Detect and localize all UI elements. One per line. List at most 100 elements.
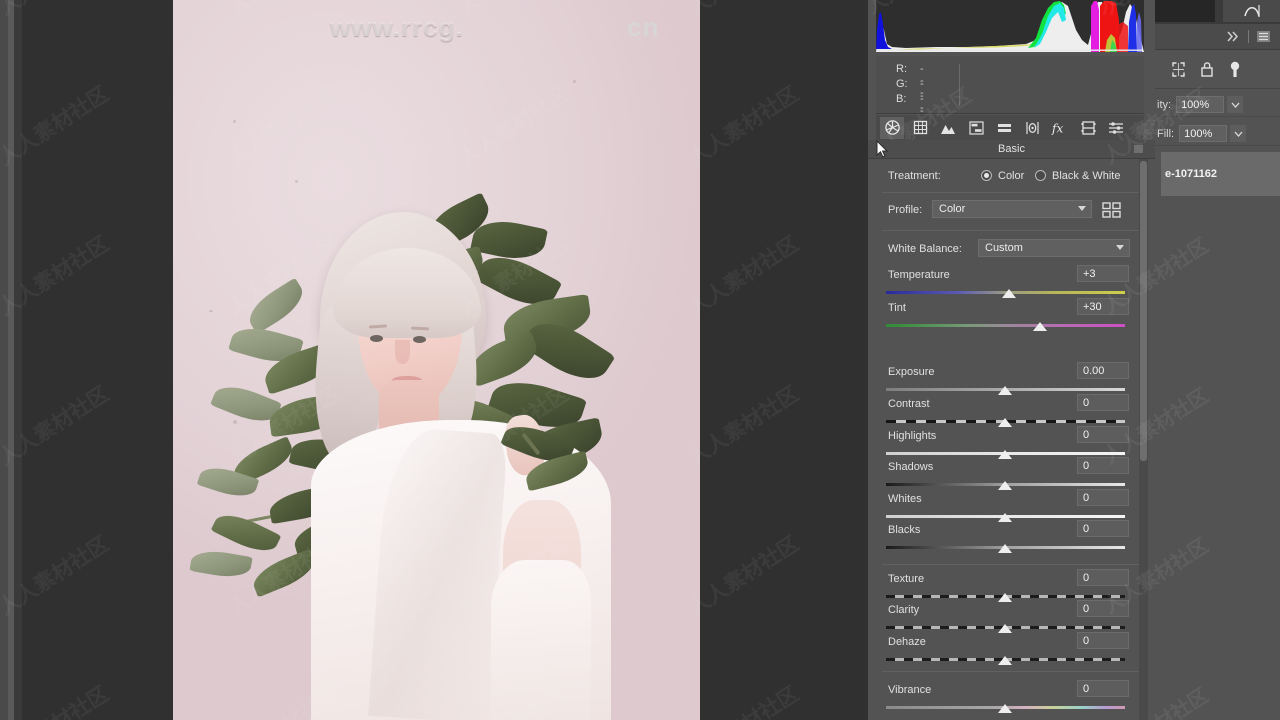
rgb-r-label: R: bbox=[896, 63, 907, 75]
slider-knob-whites[interactable] bbox=[998, 513, 1013, 522]
slider-label-temperature: Temperature bbox=[888, 269, 950, 281]
opacity-row: ity: 100% bbox=[1155, 93, 1280, 117]
treatment-bw-radio[interactable] bbox=[1035, 170, 1046, 181]
layer-row[interactable]: e-1071162 bbox=[1161, 152, 1280, 196]
tool-slot-curve[interactable] bbox=[1223, 0, 1280, 22]
watermark-url: www.rrcg. bbox=[330, 12, 464, 42]
snapshots-icon[interactable] bbox=[1076, 117, 1100, 139]
slider-label-dehaze: Dehaze bbox=[888, 636, 926, 648]
slider-knob-blacks[interactable] bbox=[998, 544, 1013, 553]
wall-speck bbox=[573, 80, 576, 83]
subject-eye bbox=[370, 335, 383, 342]
crop-icon[interactable] bbox=[908, 117, 932, 139]
profile-browser-icon[interactable] bbox=[1102, 201, 1122, 219]
canvas-left-edge-1 bbox=[0, 0, 8, 720]
fill-value[interactable]: 100% bbox=[1179, 125, 1228, 142]
slider-value-vibrance[interactable]: 0 bbox=[1077, 680, 1129, 697]
slider-knob-vibrance[interactable] bbox=[998, 704, 1013, 713]
spot-removal-icon[interactable] bbox=[936, 117, 960, 139]
presets-icon[interactable]: fx bbox=[1048, 117, 1072, 139]
edit-icon[interactable] bbox=[880, 116, 904, 139]
curve-tool-icon bbox=[1243, 5, 1260, 17]
slider-knob-clarity[interactable] bbox=[998, 624, 1013, 633]
slider-knob-shadows[interactable] bbox=[998, 481, 1013, 490]
panel-menu-icon[interactable] bbox=[1257, 31, 1270, 42]
watermark-text: 人人素材社区 bbox=[684, 81, 803, 171]
watermark-url-suffix: cn bbox=[627, 12, 660, 42]
profile-label: Profile: bbox=[888, 204, 923, 216]
slider-value-temperature[interactable]: +3 bbox=[1077, 265, 1129, 282]
panel-title: Basic bbox=[998, 143, 1025, 155]
slider-value-dehaze[interactable]: 0 bbox=[1077, 632, 1129, 649]
preview-image[interactable]: 人人素材 bbox=[173, 0, 700, 720]
acr-scrollbar-thumb[interactable] bbox=[1140, 161, 1147, 461]
acr-scrollbar[interactable] bbox=[1139, 159, 1148, 720]
subject-nose bbox=[395, 340, 410, 364]
photoshop-options-bar bbox=[1155, 0, 1280, 24]
slider-value-texture[interactable]: 0 bbox=[1077, 569, 1129, 586]
watermark-text: 人人素材社区 bbox=[682, 678, 804, 720]
slider-label-clarity: Clarity bbox=[888, 604, 920, 616]
slider-knob-texture[interactable] bbox=[998, 593, 1013, 602]
layer-lock-row bbox=[1155, 51, 1280, 89]
gradient-icon[interactable] bbox=[992, 117, 1016, 139]
canvas-area[interactable]: 人人素材 www.rrcg. cn 人人素材社区人人素材社区人人素材社区人人素材… bbox=[0, 0, 1033, 720]
rgb-g-label: G: bbox=[896, 78, 908, 90]
basic-panel-header[interactable]: Basic bbox=[868, 140, 1155, 159]
white-balance-value: Custom bbox=[985, 242, 1023, 254]
fill-chevron-down-icon[interactable] bbox=[1230, 125, 1247, 142]
treatment-row: Treatment: Color Black & White bbox=[868, 167, 1155, 187]
treatment-label: Treatment: bbox=[888, 170, 941, 182]
slider-value-clarity[interactable]: 0 bbox=[1077, 600, 1129, 617]
slider-knob-exposure[interactable] bbox=[998, 386, 1013, 395]
slider-knob-tint[interactable] bbox=[1033, 322, 1048, 331]
histogram-panel[interactable] bbox=[876, 0, 1144, 52]
red-eye-icon[interactable] bbox=[1020, 117, 1044, 139]
photoshop-camera-raw-window: 人人素材 www.rrcg. cn 人人素材社区人人素材社区人人素材社区人人素材… bbox=[0, 0, 1280, 720]
treatment-color-radio[interactable] bbox=[981, 170, 992, 181]
subject-sleeve bbox=[491, 560, 591, 720]
watermark-text: 人人素材社区 bbox=[684, 381, 803, 471]
slider-label-contrast: Contrast bbox=[888, 398, 930, 410]
slider-value-blacks[interactable]: 0 bbox=[1077, 520, 1129, 537]
fill-row: Fill: 100% bbox=[1155, 122, 1280, 146]
opacity-value[interactable]: 100% bbox=[1176, 96, 1225, 113]
settings-icon[interactable] bbox=[1104, 117, 1128, 139]
profile-row: Profile: Color bbox=[868, 200, 1155, 222]
acr-tool-strip: fx bbox=[876, 115, 1144, 140]
transform-lock-icon[interactable] bbox=[1171, 62, 1186, 77]
treatment-color-label[interactable]: Color bbox=[998, 170, 1024, 182]
white-balance-label: White Balance: bbox=[888, 243, 962, 255]
lock-icon[interactable] bbox=[1200, 62, 1214, 77]
panel-collapse-icon[interactable] bbox=[1134, 145, 1143, 153]
full-lock-icon[interactable] bbox=[1228, 61, 1242, 78]
watermark-text: 人人素材社区 bbox=[684, 531, 803, 621]
profile-select[interactable]: Color bbox=[932, 200, 1092, 218]
white-balance-select[interactable]: Custom bbox=[978, 239, 1130, 257]
slider-value-highlights[interactable]: 0 bbox=[1077, 426, 1129, 443]
tool-slot-dark[interactable] bbox=[1155, 0, 1215, 22]
slider-knob-highlights[interactable] bbox=[998, 450, 1013, 459]
white-balance-row: White Balance: Custom bbox=[868, 239, 1155, 261]
slider-value-whites[interactable]: 0 bbox=[1077, 489, 1129, 506]
rgb-b-label: B: bbox=[896, 93, 907, 105]
slider-knob-dehaze[interactable] bbox=[998, 656, 1013, 665]
slider-knob-temperature[interactable] bbox=[1002, 289, 1017, 298]
mouse-cursor-icon bbox=[876, 140, 888, 158]
treatment-bw-label[interactable]: Black & White bbox=[1052, 170, 1120, 182]
divider bbox=[882, 230, 1141, 231]
readout-divider bbox=[959, 64, 960, 106]
slider-value-tint[interactable]: +30 bbox=[1077, 298, 1129, 315]
slider-label-exposure: Exposure bbox=[888, 366, 935, 378]
opacity-chevron-down-icon[interactable] bbox=[1227, 96, 1244, 113]
slider-knob-contrast[interactable] bbox=[998, 418, 1013, 427]
slider-value-contrast[interactable]: 0 bbox=[1077, 394, 1129, 411]
wall-speck bbox=[233, 420, 237, 424]
slider-value-exposure[interactable]: 0.00 bbox=[1077, 362, 1129, 379]
slider-label-whites: Whites bbox=[888, 493, 922, 505]
slider-label-shadows: Shadows bbox=[888, 461, 934, 473]
masking-icon[interactable] bbox=[964, 117, 988, 139]
slider-track-tint[interactable] bbox=[886, 324, 1125, 327]
slider-value-shadows[interactable]: 0 bbox=[1077, 457, 1129, 474]
chevron-double-right-icon[interactable] bbox=[1226, 31, 1240, 42]
